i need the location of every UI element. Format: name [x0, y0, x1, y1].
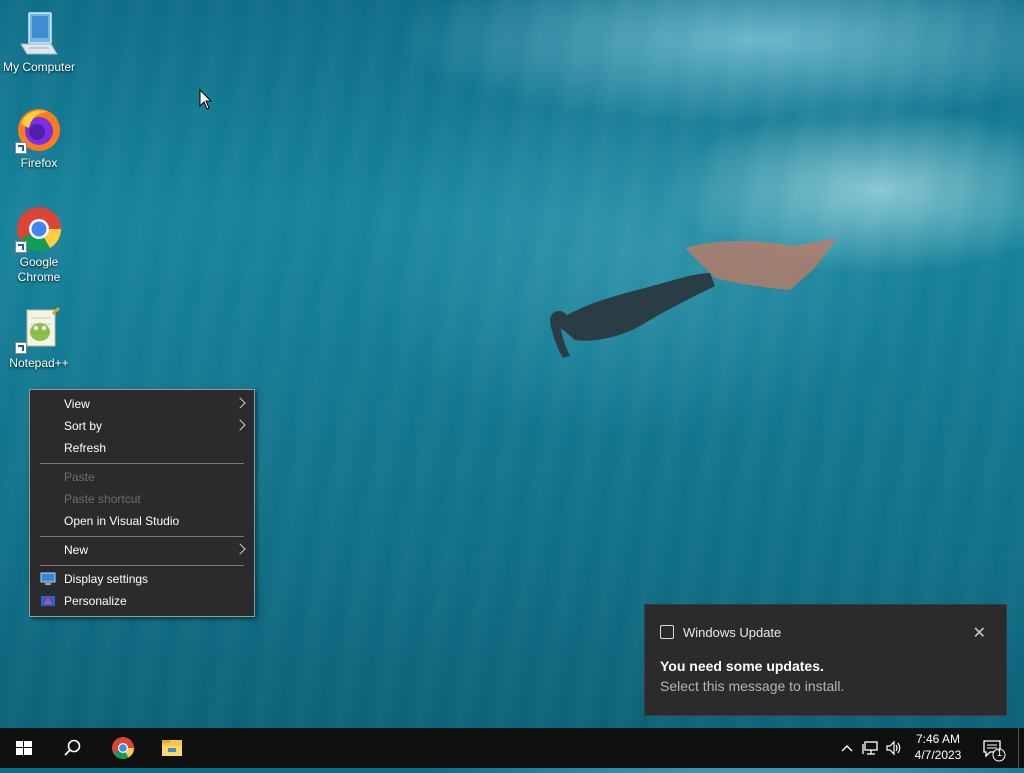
menu-item-label: New: [64, 543, 89, 557]
start-button[interactable]: [0, 728, 48, 768]
desktop-icon-label: Firefox: [20, 156, 58, 170]
desktop-icon-label: Google Chrome: [17, 255, 61, 284]
chrome-icon: [112, 737, 134, 759]
desktop-icon-label: Notepad++: [9, 356, 69, 370]
file-explorer-icon: [162, 740, 182, 756]
windows-update-icon: [660, 625, 674, 639]
menu-item-label: Display settings: [64, 572, 149, 586]
menu-item-open-in-visual-studio[interactable]: Open in Visual Studio: [30, 510, 254, 532]
volume-icon[interactable]: [885, 740, 903, 756]
clock-date: 4/7/2023: [914, 748, 962, 762]
menu-separator: [40, 463, 244, 464]
notepadpp-icon: [15, 306, 63, 354]
desktop-icon-google-chrome[interactable]: Google Chrome: [0, 205, 79, 285]
desktop-icon-firefox[interactable]: Firefox: [0, 106, 79, 171]
mouse-cursor-icon: [199, 89, 213, 110]
action-center-button[interactable]: 1: [980, 728, 1010, 768]
windows-update-toast[interactable]: Windows Update ✕ You need some updates. …: [644, 604, 1007, 716]
taskbar-file-explorer-button[interactable]: [148, 728, 196, 768]
menu-item-personalize[interactable]: Personalize: [30, 590, 254, 612]
menu-item-label: Open in Visual Studio: [64, 514, 180, 528]
clock-time: 7:46 AM: [915, 732, 961, 746]
notification-count-badge: 1: [996, 748, 1002, 758]
taskbar: 7:46 AM 4/7/2023 1: [0, 728, 1024, 768]
shortcut-arrow-icon: [15, 241, 27, 253]
computer-icon: [15, 10, 63, 58]
menu-item-label: Sort by: [64, 419, 103, 433]
firefox-icon: [15, 106, 63, 154]
menu-item-display-settings[interactable]: Display settings: [30, 568, 254, 590]
desktop-icon-my-computer[interactable]: My Computer: [0, 10, 79, 75]
menu-item-paste-shortcut[interactable]: Paste shortcut: [30, 488, 254, 510]
menu-item-sort-by[interactable]: Sort by: [30, 415, 254, 437]
taskbar-clock[interactable]: 7:46 AM 4/7/2023: [905, 731, 971, 763]
menu-item-new[interactable]: New: [30, 539, 254, 561]
menu-separator: [40, 565, 244, 566]
wallpaper-diver: [550, 238, 837, 358]
chrome-icon: [15, 205, 63, 253]
menu-item-label: Personalize: [64, 594, 127, 608]
close-icon[interactable]: ✕: [973, 623, 986, 643]
windows-start-icon: [16, 741, 32, 755]
search-button[interactable]: [48, 728, 96, 768]
search-icon: [64, 739, 81, 756]
menu-item-label: Paste shortcut: [64, 492, 141, 506]
display-icon: [40, 572, 56, 585]
menu-separator: [40, 536, 244, 537]
personalize-icon: [41, 596, 55, 606]
shortcut-arrow-icon: [15, 142, 27, 154]
desktop-icon-notepadpp[interactable]: Notepad++: [0, 306, 79, 371]
menu-item-label: Paste: [64, 470, 95, 484]
shortcut-arrow-icon: [15, 342, 27, 354]
toast-body: Select this message to install.: [660, 678, 845, 694]
network-icon[interactable]: [862, 740, 880, 756]
notification-icon: [983, 740, 1006, 762]
toast-title: You need some updates.: [660, 658, 824, 674]
menu-item-refresh[interactable]: Refresh: [30, 437, 254, 459]
chevron-right-icon: [234, 419, 246, 431]
menu-item-label: Refresh: [64, 441, 107, 455]
menu-item-view[interactable]: View: [30, 393, 254, 415]
toast-app-name: Windows Update: [683, 625, 782, 640]
menu-item-paste[interactable]: Paste: [30, 466, 254, 488]
desktop-context-menu: View Sort by Refresh Paste Paste shortcu…: [29, 389, 255, 617]
chevron-right-icon: [234, 543, 246, 555]
desktop-icon-label: My Computer: [2, 60, 76, 74]
chevron-up-icon[interactable]: [840, 740, 854, 756]
menu-item-label: View: [64, 397, 90, 411]
chevron-right-icon: [234, 397, 246, 409]
show-desktop-button[interactable]: [1018, 728, 1019, 768]
taskbar-chrome-button[interactable]: [99, 728, 147, 768]
